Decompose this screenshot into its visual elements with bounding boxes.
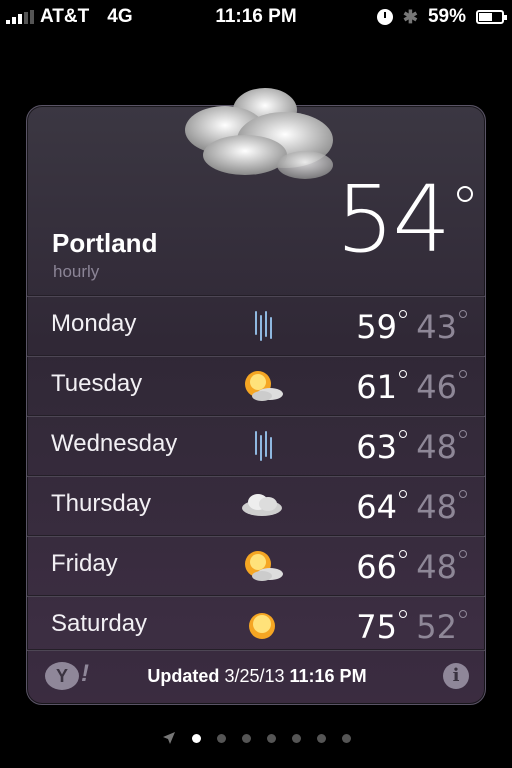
page-dot[interactable] <box>341 733 351 743</box>
high-temp: 61 <box>356 368 397 406</box>
forecast-day: Monday <box>51 310 137 337</box>
forecast-row: Monday 59 43 <box>27 295 485 355</box>
current-temperature: 54 <box>335 166 451 273</box>
degree-symbol <box>459 550 467 558</box>
low-temp: 52 <box>416 608 457 646</box>
forecast-day: Saturday <box>51 610 148 637</box>
page-dot[interactable] <box>191 733 201 743</box>
partly-sunny-icon <box>245 551 283 581</box>
alarm-clock-icon <box>376 9 393 25</box>
degree-symbol <box>457 186 473 202</box>
rain-icon <box>255 311 272 341</box>
page-dot[interactable] <box>291 733 301 743</box>
rain-icon <box>255 431 272 461</box>
page-dot[interactable] <box>216 733 226 743</box>
updated-text: Updated 3/25/13 11:16 PM <box>147 666 367 686</box>
partly-sunny-icon <box>245 371 283 401</box>
degree-symbol <box>399 490 407 498</box>
degree-symbol <box>399 610 407 618</box>
cloud-icon <box>242 494 282 516</box>
city-name: Portland <box>52 228 158 258</box>
low-temp: 48 <box>416 488 457 526</box>
cloud-icon <box>185 88 333 179</box>
forecast-row: Thursday 64 48 <box>27 475 485 535</box>
forecast-row: Saturday 75 52 <box>27 595 485 655</box>
page-dot[interactable] <box>316 733 326 743</box>
forecast-day: Wednesday <box>51 430 178 457</box>
status-bar: AT&T 4G 11:16 PM ✱ 59% <box>0 0 512 34</box>
high-temp: 64 <box>356 488 397 526</box>
forecast-day: Friday <box>51 550 118 577</box>
high-temp: 63 <box>356 428 397 466</box>
high-temp: 75 <box>356 608 397 646</box>
status-right: ✱ 59% <box>376 6 507 28</box>
degree-symbol <box>459 430 467 438</box>
degree-symbol <box>399 550 407 558</box>
forecast-mode[interactable]: hourly <box>53 262 99 282</box>
forecast-row: Tuesday 61 46 <box>27 355 485 415</box>
card-footer: Y ! Updated 3/25/13 11:16 PM i <box>27 649 485 704</box>
forecast-row: Wednesday 63 48 <box>27 415 485 475</box>
low-temp: 48 <box>416 548 457 586</box>
info-icon[interactable]: i <box>443 663 469 689</box>
battery-icon <box>476 10 507 24</box>
bluetooth-icon: ✱ <box>402 6 418 27</box>
battery-percent: 59% <box>427 6 466 27</box>
low-temp: 46 <box>416 368 457 406</box>
degree-symbol <box>459 610 467 618</box>
high-temp: 59 <box>356 308 397 346</box>
sunny-icon <box>249 613 275 639</box>
degree-symbol <box>399 310 407 318</box>
degree-symbol <box>399 430 407 438</box>
low-temp: 48 <box>416 428 457 466</box>
low-temp: 43 <box>416 308 457 346</box>
weather-card[interactable]: Portland hourly 54 Monday 59 43 Tuesday … <box>26 105 486 705</box>
degree-symbol <box>459 310 467 318</box>
page-indicator[interactable] <box>0 731 512 745</box>
degree-symbol <box>459 490 467 498</box>
high-temp: 66 <box>356 548 397 586</box>
forecast-day: Tuesday <box>51 370 143 397</box>
forecast-day: Thursday <box>51 490 152 517</box>
forecast-list: Monday 59 43 Tuesday 61 46 Wednesday 63 … <box>27 295 485 655</box>
page-dot[interactable] <box>266 733 276 743</box>
location-arrow-icon[interactable] <box>162 731 176 745</box>
page-dot[interactable] <box>241 733 251 743</box>
forecast-row: Friday 66 48 <box>27 535 485 595</box>
degree-symbol <box>399 370 407 378</box>
degree-symbol <box>459 370 467 378</box>
